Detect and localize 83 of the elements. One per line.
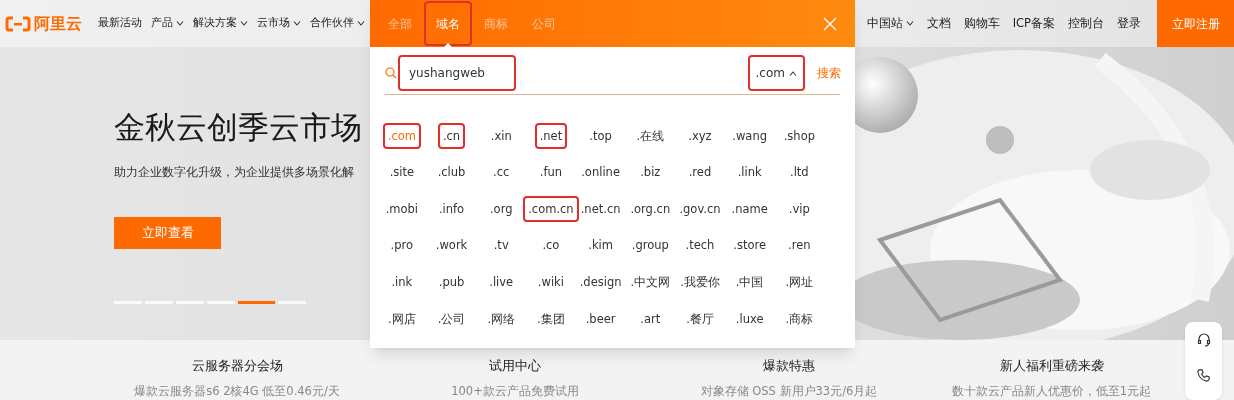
- hero-subtitle: 助力企业数字化升级，为企业提供多场景化解: [114, 164, 354, 181]
- domain-suffix-option[interactable]: .live: [484, 269, 519, 296]
- nav-link[interactable]: 产品: [151, 15, 184, 32]
- domain-suffix-option[interactable]: .cn: [437, 123, 466, 150]
- close-button[interactable]: [823, 16, 837, 31]
- domain-suffix-option[interactable]: .luxe: [730, 306, 769, 333]
- domain-suffix-option[interactable]: .mobi: [380, 196, 424, 223]
- feature-title[interactable]: 试用中心: [489, 356, 541, 376]
- domain-suffix-option[interactable]: .shop: [778, 123, 820, 150]
- domain-suffix-option[interactable]: .red: [683, 159, 717, 186]
- phone-icon[interactable]: [1196, 368, 1211, 383]
- domain-suffix-option[interactable]: .vip: [783, 196, 815, 223]
- domain-suffix-option[interactable]: .ltd: [785, 159, 814, 186]
- domain-suffix-option[interactable]: .fun: [534, 159, 568, 186]
- carousel-indicator[interactable]: [238, 301, 275, 304]
- feature-title[interactable]: 新人福利重磅来袭: [999, 356, 1104, 376]
- domain-suffix-option[interactable]: .link: [732, 159, 767, 186]
- hero-title: 金秋云创季云市场: [114, 108, 362, 147]
- domain-suffix-option[interactable]: .group: [626, 233, 674, 260]
- nav-link[interactable]: 中国站: [866, 14, 914, 33]
- feature-title[interactable]: 爆款特惠: [763, 356, 815, 376]
- suffix-dropdown[interactable]: .com: [747, 55, 805, 91]
- domain-suffix-option[interactable]: .design: [574, 269, 627, 296]
- search-icon: [385, 67, 397, 79]
- domain-suffix-option[interactable]: .kim: [583, 233, 618, 260]
- domain-suffix-option[interactable]: .ink: [386, 269, 418, 296]
- domain-suffix-option[interactable]: .网址: [780, 269, 819, 296]
- nav-link[interactable]: 合作伙伴: [310, 15, 365, 32]
- domain-suffix-option[interactable]: .中国: [730, 269, 769, 296]
- domain-suffix-option[interactable]: .beer: [580, 306, 621, 333]
- nav-link[interactable]: 解决方案: [193, 15, 248, 32]
- domain-suffix-option[interactable]: .网店: [383, 306, 421, 333]
- feature-subtitle: 爆款云服务器s6 2核4G 低至0.46元/天: [134, 382, 340, 400]
- headset-icon[interactable]: [1195, 332, 1212, 348]
- domain-suffix-option[interactable]: .中文网: [625, 269, 676, 296]
- nav-link[interactable]: ICP备案: [1012, 14, 1055, 33]
- nav-link[interactable]: 购物车: [963, 14, 1000, 33]
- domain-suffix-option[interactable]: .com.cn: [523, 196, 579, 223]
- domain-suffix-option[interactable]: .网络: [482, 306, 521, 333]
- domain-suffix-option[interactable]: .ren: [783, 233, 816, 260]
- domain-suffix-option[interactable]: .pro: [385, 233, 419, 260]
- domain-suffix-option[interactable]: .xyz: [683, 123, 717, 150]
- domain-suffix-option[interactable]: .pub: [433, 269, 470, 296]
- nav-link[interactable]: 云市场: [257, 15, 301, 32]
- domain-suffix-option[interactable]: .wang: [727, 123, 772, 150]
- nav-link[interactable]: 最新活动: [98, 15, 142, 32]
- domain-suffix-option[interactable]: .top: [584, 123, 617, 150]
- chevron-up-icon: [789, 70, 797, 76]
- domain-suffix-option[interactable]: .集团: [532, 306, 570, 333]
- domain-suffix-option[interactable]: .work: [430, 233, 473, 260]
- domain-suffix-option[interactable]: .site: [384, 159, 420, 186]
- feature-subtitle: 100+款云产品免费试用: [451, 382, 579, 400]
- pointer-icon: [444, 43, 452, 47]
- domain-suffix-option[interactable]: .info: [433, 196, 470, 223]
- domain-suffix-option[interactable]: .co: [537, 233, 565, 260]
- domain-suffix-option[interactable]: .net: [534, 123, 568, 150]
- domain-suffix-option[interactable]: .cc: [488, 159, 515, 186]
- domain-suffix-option[interactable]: .餐厅: [681, 306, 719, 333]
- feature-subtitle: 对象存储 OSS 新用户33元/6月起: [700, 382, 878, 400]
- feature-subtitle: 数十款云产品新人优惠价，低至1元起: [951, 382, 1152, 400]
- domain-suffix-option[interactable]: .club: [432, 159, 471, 186]
- nav-link[interactable]: 控制台: [1068, 14, 1104, 33]
- feature-title[interactable]: 云服务器分会场: [191, 356, 283, 376]
- domain-suffix-option[interactable]: .gov.cn: [674, 196, 726, 223]
- domain-suffix-option[interactable]: .商标: [780, 306, 819, 333]
- domain-suffix-option[interactable]: .org: [484, 196, 518, 223]
- logo-icon: [5, 15, 31, 32]
- domain-suffix-option[interactable]: .tv: [488, 233, 514, 260]
- domain-suffix-option[interactable]: .公司: [432, 306, 471, 333]
- nav-link[interactable]: 文档: [926, 14, 951, 33]
- domain-suffix-option[interactable]: .art: [635, 306, 666, 333]
- domain-suffix-option[interactable]: .xin: [485, 123, 517, 150]
- nav-link[interactable]: 登录: [1117, 14, 1141, 33]
- domain-suffix-option[interactable]: .在线: [631, 123, 670, 150]
- domain-suffix-option[interactable]: .online: [576, 159, 625, 186]
- domain-suffix-option[interactable]: .org.cn: [625, 196, 676, 223]
- domain-suffix-option[interactable]: .wiki: [532, 269, 569, 296]
- domain-suffix-option[interactable]: .tech: [680, 233, 720, 260]
- domain-suffix-option[interactable]: .store: [728, 233, 772, 260]
- domain-input-field[interactable]: yushangweb: [398, 55, 516, 91]
- domain-suffix-option[interactable]: .biz: [635, 159, 666, 186]
- domain-suffix-option[interactable]: .我爱你: [675, 269, 725, 296]
- domain-suffix-option[interactable]: .name: [726, 196, 773, 223]
